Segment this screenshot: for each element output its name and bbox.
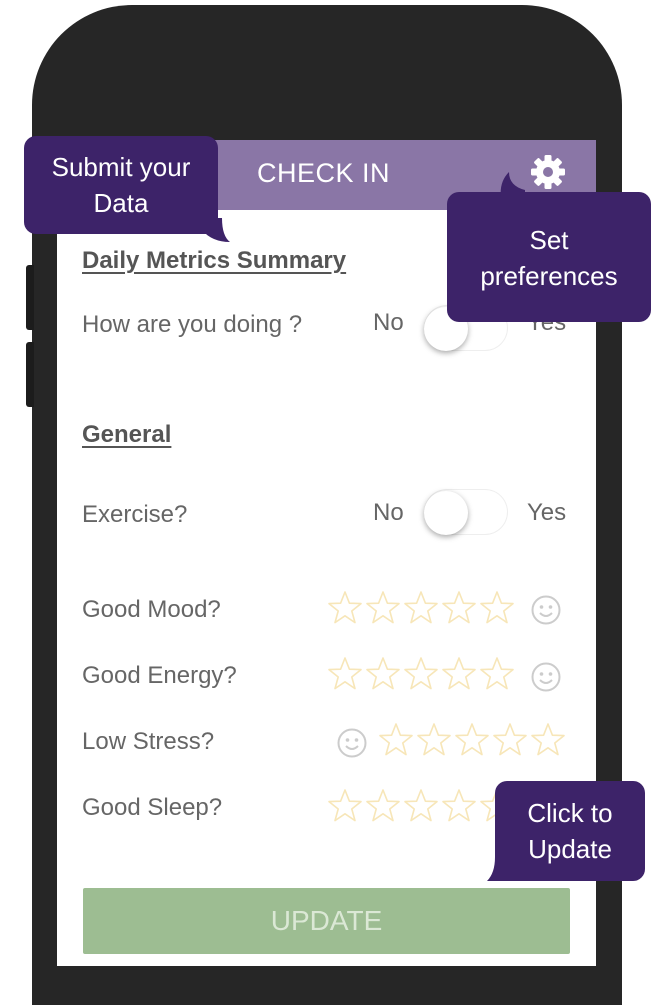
- star-icon[interactable]: [365, 656, 401, 692]
- exercise-toggle[interactable]: [424, 489, 508, 535]
- header-title: CHECK IN: [257, 158, 391, 188]
- star-icon[interactable]: [454, 722, 490, 758]
- rating-stars-low-stress[interactable]: [378, 722, 566, 758]
- star-icon[interactable]: [327, 788, 363, 824]
- rating-label-good-sleep: Good Sleep?: [82, 794, 223, 821]
- rating-stars-good-mood[interactable]: [327, 590, 515, 626]
- star-icon[interactable]: [327, 590, 363, 626]
- section-title-general: General: [82, 421, 172, 448]
- exercise-toggle-yes-label: Yes: [527, 499, 567, 526]
- star-icon[interactable]: [479, 656, 515, 692]
- star-icon[interactable]: [365, 788, 401, 824]
- callout-submit-data: Submit your Data: [24, 136, 230, 242]
- rating-stars-good-energy[interactable]: [327, 656, 515, 692]
- rating-label-good-energy: Good Energy?: [82, 662, 237, 689]
- smiley-icon: [337, 728, 367, 758]
- callout-submit-text: Submit your Data: [51, 152, 191, 218]
- star-icon[interactable]: [327, 656, 363, 692]
- toggle-knob: [424, 491, 468, 535]
- star-icon[interactable]: [479, 590, 515, 626]
- exercise-label: Exercise?: [82, 501, 188, 528]
- smiley-icon: [531, 662, 561, 692]
- callout-tail: [202, 218, 230, 242]
- star-icon[interactable]: [441, 788, 477, 824]
- star-icon[interactable]: [441, 656, 477, 692]
- summary-toggle-no-label: No: [373, 309, 404, 336]
- rating-stars-good-sleep[interactable]: [327, 788, 515, 824]
- callout-tail: [500, 172, 525, 198]
- star-icon[interactable]: [403, 590, 439, 626]
- star-icon[interactable]: [530, 722, 566, 758]
- callout-update-text: Click to Update: [527, 798, 613, 864]
- star-icon[interactable]: [441, 590, 477, 626]
- smiley-icon: [531, 595, 561, 625]
- star-icon[interactable]: [416, 722, 452, 758]
- star-icon[interactable]: [365, 590, 401, 626]
- star-icon[interactable]: [403, 656, 439, 692]
- callout-tail: [487, 857, 511, 881]
- phone-side-button-top: [26, 265, 34, 330]
- rating-label-low-stress: Low Stress?: [82, 728, 215, 755]
- question-how-are-you: How are you doing ?: [82, 311, 303, 338]
- callout-click-to-update: Click to Update: [487, 781, 645, 881]
- star-icon[interactable]: [492, 722, 528, 758]
- section-title-daily-metrics: Daily Metrics Summary: [82, 247, 347, 274]
- exercise-toggle-no-label: No: [373, 499, 404, 526]
- callout-set-preferences: Set preferences: [447, 172, 651, 322]
- gear-icon[interactable]: [530, 154, 566, 190]
- callout-preferences-text: Set preferences: [480, 225, 618, 291]
- rating-label-good-mood: Good Mood?: [82, 596, 221, 623]
- star-icon[interactable]: [378, 722, 414, 758]
- star-icon[interactable]: [403, 788, 439, 824]
- phone-side-button-bottom: [26, 342, 34, 407]
- update-button[interactable]: UPDATE: [83, 888, 570, 954]
